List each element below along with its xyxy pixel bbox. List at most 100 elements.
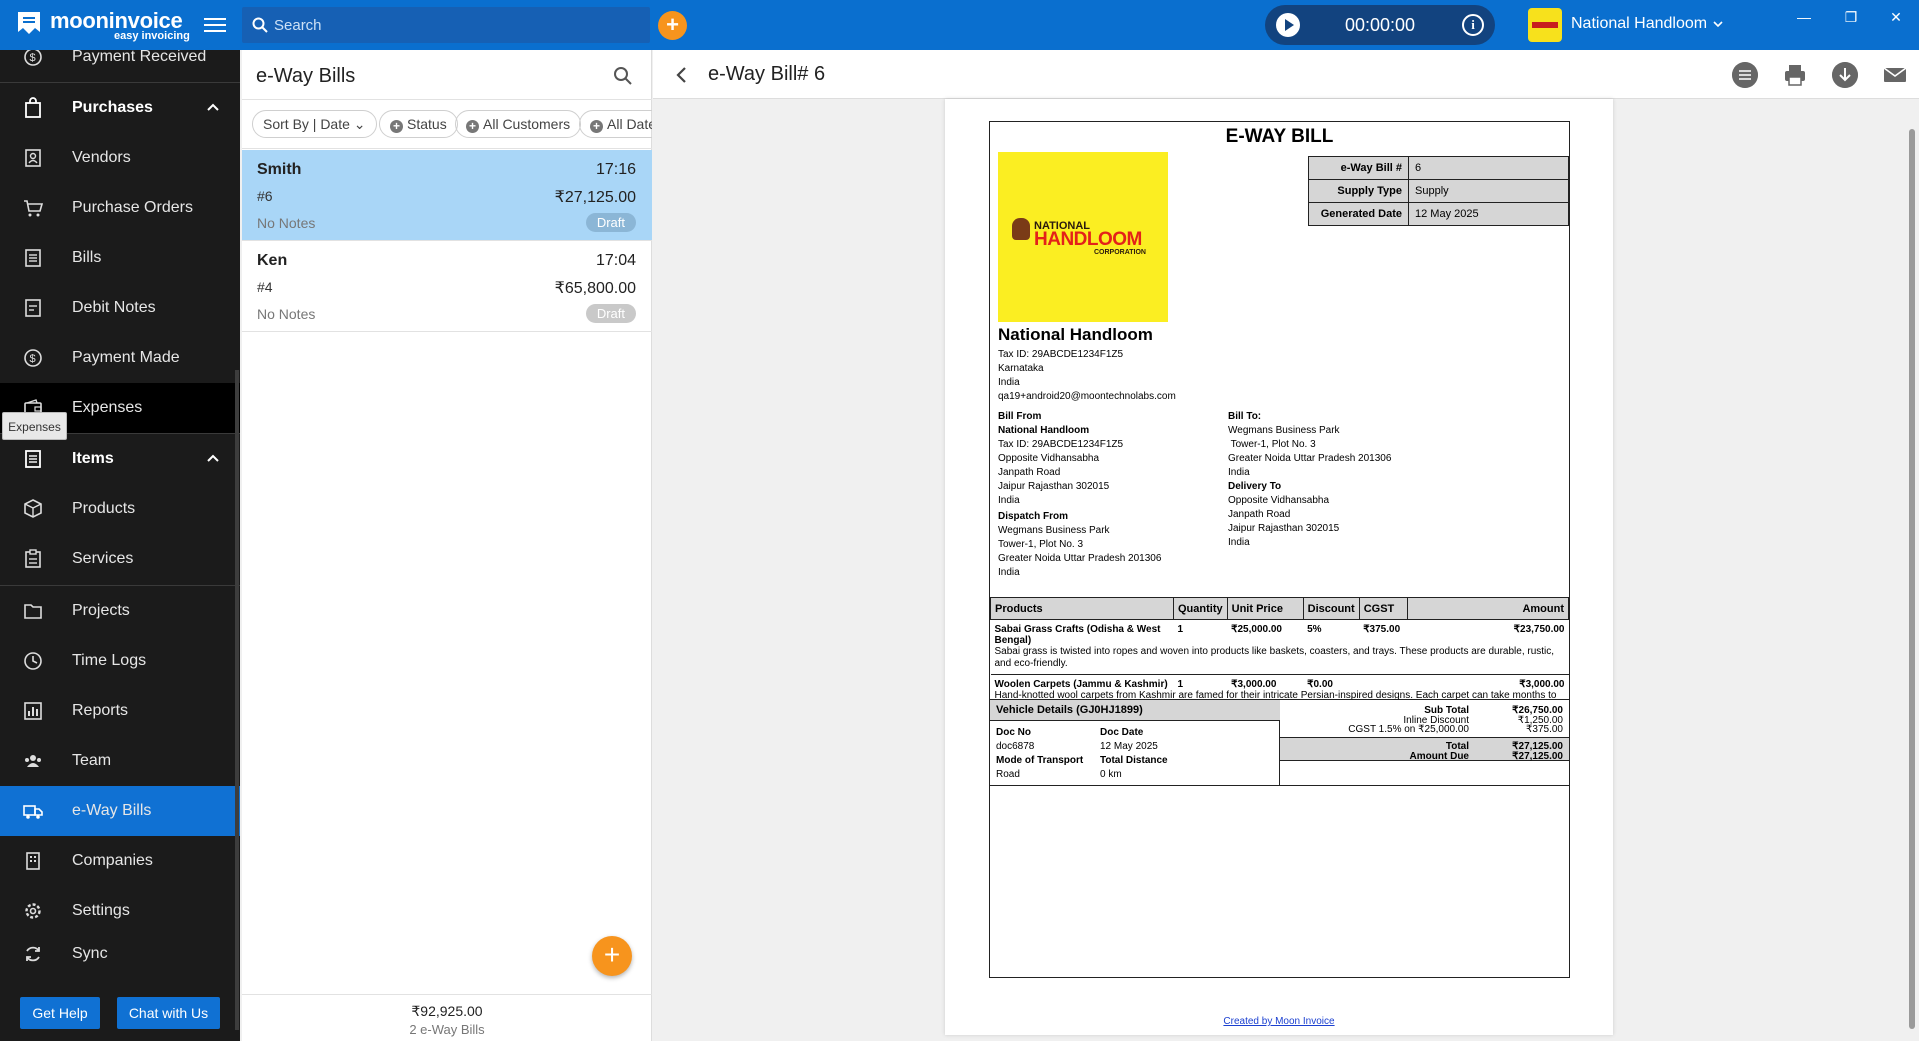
items-table: Products Quantity Unit Price Discount CG… xyxy=(990,597,1570,714)
chevron-up-icon xyxy=(207,103,219,111)
chevron-down-icon[interactable] xyxy=(1712,18,1724,30)
sidebar-group-items[interactable]: Items xyxy=(0,434,240,484)
sidebar-item-payment-received[interactable]: $ Payment Received xyxy=(0,50,240,82)
sidebar-label: Debit Notes xyxy=(72,299,156,316)
sidebar-item-debit-notes[interactable]: Debit Notes xyxy=(0,283,240,333)
item-description: Sabai grass is twisted into ropes and wo… xyxy=(994,646,1555,669)
vehicle-heading: Vehicle Details (GJ0HJ1899) xyxy=(990,699,1280,721)
search-icon[interactable] xyxy=(613,66,633,86)
payment-icon: $ xyxy=(24,349,42,367)
building-icon xyxy=(26,852,40,870)
quick-add-button[interactable]: + xyxy=(658,11,687,40)
sidebar-label: Projects xyxy=(72,602,130,619)
sidebar-item-sync[interactable]: Sync xyxy=(0,929,240,979)
menu-icon[interactable] xyxy=(204,16,226,34)
document-frame: E-WAY BILL NATIONAL HANDLOOM CORPORATION… xyxy=(989,121,1570,978)
sidebar-scrollbar[interactable] xyxy=(235,370,239,1030)
search-icon xyxy=(252,17,268,33)
add-icon: + xyxy=(390,120,403,133)
status-filter-chip[interactable]: + Status xyxy=(379,110,458,138)
get-help-button[interactable]: Get Help xyxy=(20,997,100,1029)
sidebar-group-purchases[interactable]: Purchases xyxy=(0,83,240,133)
vehicle-details: Vehicle Details (GJ0HJ1899) Doc No doc687… xyxy=(990,699,1280,785)
sidebar-label: Time Logs xyxy=(72,652,147,669)
sidebar-item-team[interactable]: Team xyxy=(0,736,240,786)
list-title: e-Way Bills xyxy=(256,65,356,87)
truck-icon xyxy=(23,805,43,819)
sidebar-item-payment-made[interactable]: $ Payment Made xyxy=(0,333,240,383)
tooltip: Expenses xyxy=(2,412,67,440)
timer-widget: 00:00:00 i xyxy=(1265,5,1495,45)
box-icon xyxy=(24,499,42,518)
shopping-bag-icon xyxy=(25,97,41,118)
customers-filter-chip[interactable]: + All Customers xyxy=(455,110,582,138)
svg-text:$: $ xyxy=(30,353,36,365)
bill-icon xyxy=(25,249,41,267)
mail-icon[interactable] xyxy=(1882,62,1908,88)
list-item[interactable]: Smith 17:16 #6 ₹27,125.00 No Notes Draft xyxy=(242,150,652,241)
chat-with-us-button[interactable]: Chat with Us xyxy=(117,997,220,1029)
detail-title: e-Way Bill# 6 xyxy=(708,63,826,85)
sidebar-label: Payment Made xyxy=(72,349,180,366)
document-heading: E-WAY BILL xyxy=(1225,126,1334,147)
info-icon[interactable]: i xyxy=(1462,14,1484,36)
app-logo-icon xyxy=(18,12,40,34)
clipboard-icon xyxy=(25,549,41,568)
bill-to-block: Bill To: Wegmans Business Park Tower-1, … xyxy=(1228,411,1392,548)
add-icon: + xyxy=(466,120,479,133)
totals-block: Sub Total ₹26,750.00 Inline Discount ₹1,… xyxy=(1280,699,1569,785)
list-item[interactable]: Ken 17:04 #4 ₹65,800.00 No Notes Draft xyxy=(242,241,652,332)
folder-icon xyxy=(24,604,42,619)
sidebar-item-vendors[interactable]: Vendors xyxy=(0,133,240,183)
status-badge: Draft xyxy=(585,213,636,232)
settings-sliders-icon[interactable] xyxy=(1732,62,1758,88)
sidebar-label: Products xyxy=(72,500,136,517)
maximize-button[interactable]: ❐ xyxy=(1841,9,1861,26)
sidebar-label: Companies xyxy=(72,852,153,869)
created-by-link[interactable]: Created by Moon Invoice xyxy=(945,1016,1613,1027)
sidebar-item-time-logs[interactable]: Time Logs xyxy=(0,636,240,686)
add-eway-bill-button[interactable]: + xyxy=(592,936,632,976)
svg-text:$: $ xyxy=(30,52,36,64)
download-icon[interactable] xyxy=(1832,62,1858,88)
sort-filter-chip[interactable]: Sort By | Date ⌄ xyxy=(252,110,377,138)
sidebar-item-bills[interactable]: Bills xyxy=(0,233,240,283)
sidebar-item-products[interactable]: Products xyxy=(0,484,240,534)
chevron-up-icon xyxy=(207,454,219,462)
sidebar-label: Reports xyxy=(72,702,129,719)
sidebar-item-companies[interactable]: Companies xyxy=(0,836,240,886)
sidebar-label: Bills xyxy=(72,249,102,266)
bill-from-block: Bill From National Handloom Tax ID: 29AB… xyxy=(998,411,1162,578)
sidebar-label: Settings xyxy=(72,902,130,919)
dates-filter-chip[interactable]: +All Dates xyxy=(579,110,652,138)
top-bar: mooninvoice easy invoicing Search + 00:0… xyxy=(0,0,1919,50)
eway-bill-document: E-WAY BILL NATIONAL HANDLOOM CORPORATION… xyxy=(945,99,1613,1035)
sidebar-item-reports[interactable]: Reports xyxy=(0,686,240,736)
sidebar-item-projects[interactable]: Projects xyxy=(0,586,240,636)
sidebar-label: Services xyxy=(72,550,134,567)
timer-display: 00:00:00 xyxy=(1345,15,1416,35)
document-scrollbar[interactable] xyxy=(1905,99,1919,1041)
sidebar-label: Purchase Orders xyxy=(72,199,193,216)
print-icon[interactable] xyxy=(1782,62,1808,88)
eway-bills-list-pane: e-Way Bills Sort By | Date ⌄ + Status + Al… xyxy=(242,50,652,1041)
sidebar-item-services[interactable]: Services xyxy=(0,534,240,584)
detail-header: e-Way Bill# 6 xyxy=(653,50,1919,99)
company-switcher[interactable]: National Handloom xyxy=(1571,15,1707,33)
minimize-button[interactable]: — xyxy=(1794,9,1814,25)
company-brand-logo: NATIONAL HANDLOOM CORPORATION xyxy=(998,152,1168,322)
company-logo[interactable] xyxy=(1528,8,1562,42)
sidebar-item-purchase-orders[interactable]: Purchase Orders xyxy=(0,183,240,233)
back-arrow-icon[interactable] xyxy=(675,66,687,84)
list-footer: ₹92,925.00 2 e-Way Bills xyxy=(242,994,652,1041)
sidebar-label: Payment Received xyxy=(72,50,207,65)
table-row: Woolen Carpets (Jammu & Kashmir) 1 ₹3,00… xyxy=(994,678,1565,690)
dollar-icon: $ xyxy=(24,50,42,66)
sidebar-label: e-Way Bills xyxy=(72,802,152,819)
close-button[interactable]: ✕ xyxy=(1886,9,1906,26)
play-icon[interactable] xyxy=(1276,13,1300,37)
global-search-input[interactable]: Search xyxy=(242,7,650,43)
sync-icon xyxy=(26,946,40,962)
team-icon xyxy=(25,755,41,767)
sidebar-item-eway-bills[interactable]: e-Way Bills xyxy=(0,786,240,836)
